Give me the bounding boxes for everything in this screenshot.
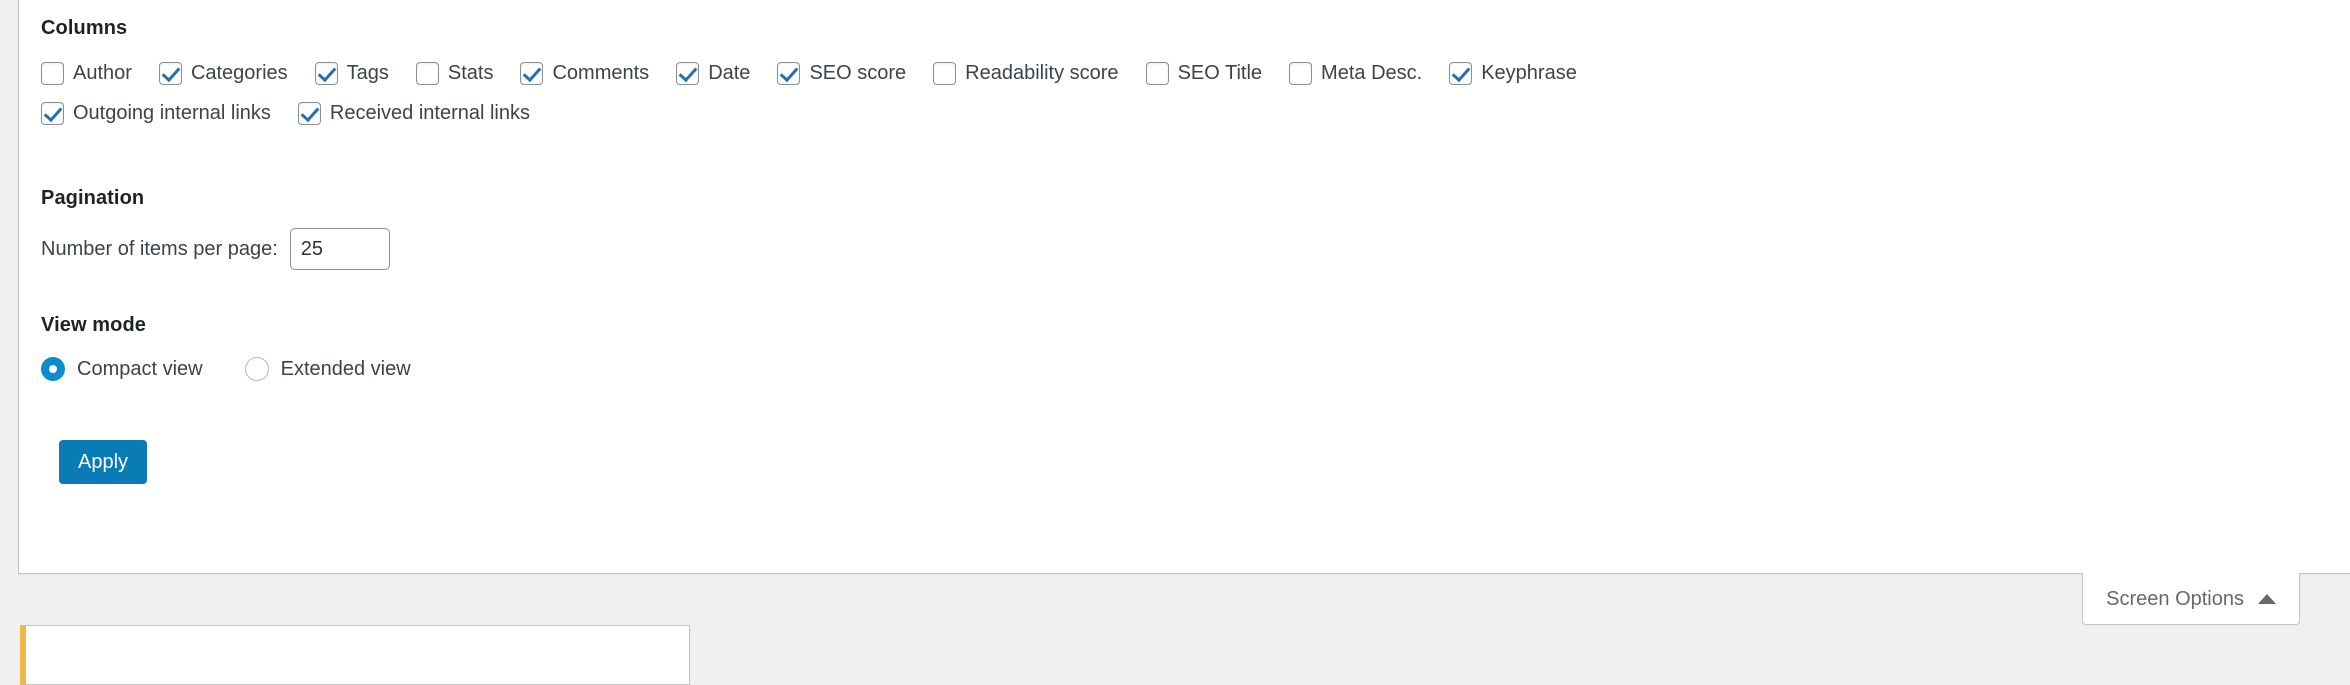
column-checkbox-outgoing-internal-links[interactable]: Outgoing internal links [41,102,271,125]
column-checkbox-received-internal-links[interactable]: Received internal links [297,102,530,125]
checkbox-checked-icon[interactable] [158,62,182,85]
column-checkbox-label: Readability score [965,62,1119,84]
column-checkbox-label: Tags [346,62,389,84]
per-page-row: Number of items per page: [41,228,390,270]
apply-button[interactable]: Apply [59,440,148,484]
column-checkbox-author[interactable]: Author [41,62,132,85]
column-checkbox-tags[interactable]: Tags [314,62,389,85]
checkbox-checked-icon[interactable] [1449,62,1473,85]
columns-checkbox-row-1: Author Categories Tags Stats Comments Date SEO… [41,62,1577,85]
view-mode-option-label: Compact view [77,358,203,380]
column-checkbox-categories[interactable]: Categories [158,62,288,85]
pagination-section-title: Pagination [41,187,145,209]
column-checkbox-label: Stats [447,62,494,84]
column-checkbox-label: Author [73,62,132,84]
checkbox-unchecked-icon[interactable] [933,62,957,85]
column-checkbox-label: Received internal links [329,102,530,124]
checkbox-unchecked-icon[interactable] [1289,62,1313,85]
column-checkbox-label: Keyphrase [1481,62,1577,84]
view-mode-radio-row: Compact view Extended view [41,357,453,381]
view-mode-option-label: Extended view [280,358,411,380]
column-checkbox-readability-score[interactable]: Readability score [933,62,1119,85]
column-checkbox-label: Comments [552,62,650,84]
column-checkbox-label: Outgoing internal links [73,102,271,124]
column-checkbox-keyphrase[interactable]: Keyphrase [1449,62,1577,85]
per-page-label: Number of items per page: [41,237,278,260]
checkbox-checked-icon[interactable] [520,62,544,85]
checkbox-checked-icon[interactable] [297,102,321,125]
column-checkbox-seo-title[interactable]: SEO Title [1145,62,1263,85]
column-checkbox-meta-desc-[interactable]: Meta Desc. [1289,62,1422,85]
screen-options-tab-label: Screen Options [2106,587,2244,610]
column-checkbox-comments[interactable]: Comments [520,62,649,85]
caret-up-icon [2258,593,2276,604]
columns-section-title: Columns [41,17,128,39]
screen-options-tab[interactable]: Screen Options [2082,573,2300,625]
checkbox-checked-icon[interactable] [676,62,700,85]
view-mode-option-extended-view[interactable]: Extended view [244,357,411,381]
column-checkbox-date[interactable]: Date [676,62,750,85]
column-checkbox-label: SEO Title [1177,62,1263,84]
column-checkbox-label: SEO score [809,62,907,84]
checkbox-checked-icon[interactable] [777,62,801,85]
checkbox-checked-icon[interactable] [41,102,64,125]
checkbox-checked-icon[interactable] [314,62,338,85]
notice-banner [20,625,690,685]
per-page-input[interactable] [289,228,390,270]
checkbox-unchecked-icon[interactable] [41,62,64,85]
checkbox-unchecked-icon[interactable] [415,62,439,85]
column-checkbox-label: Categories [190,62,288,84]
columns-checkbox-row-2: Outgoing internal links Received internal… [41,102,530,125]
checkbox-unchecked-icon[interactable] [1145,62,1169,85]
column-checkbox-seo-score[interactable]: SEO score [777,62,906,85]
screen-options-panel: Columns Author Categories Tags Stats Comment… [18,0,2350,574]
column-checkbox-label: Meta Desc. [1321,62,1423,84]
view-mode-section-title: View mode [41,314,147,336]
radio-selected-icon[interactable] [41,357,65,381]
radio-unselected-icon[interactable] [244,357,269,381]
view-mode-option-compact-view[interactable]: Compact view [41,357,203,381]
column-checkbox-label: Date [708,62,751,84]
column-checkbox-stats[interactable]: Stats [415,62,494,85]
